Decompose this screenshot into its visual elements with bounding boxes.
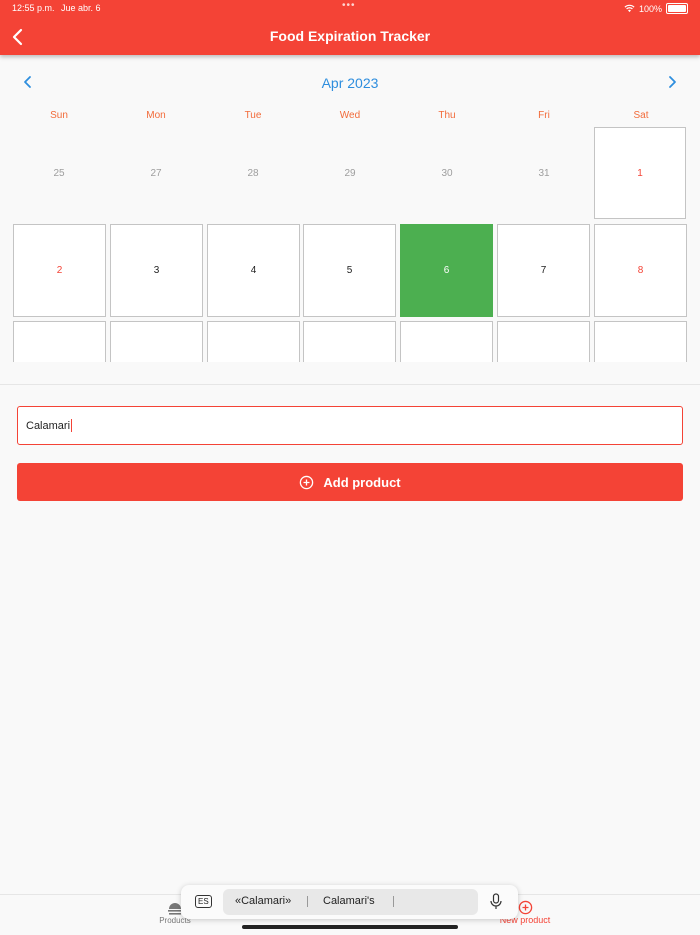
add-circle-icon — [518, 900, 532, 915]
multitasking-dots-icon[interactable]: ••• — [342, 0, 356, 11]
calendar-day[interactable]: 8 — [594, 224, 687, 317]
wifi-icon — [624, 4, 635, 13]
product-name-value: Calamari — [26, 419, 71, 432]
calendar-day[interactable]: 2 — [13, 224, 106, 317]
product-name-input[interactable]: Calamari — [17, 406, 683, 445]
weekday-fri: Fri — [538, 110, 550, 121]
weekday-mon: Mon — [146, 110, 166, 121]
calendar-day[interactable]: 7 — [497, 224, 590, 317]
home-indicator — [242, 925, 458, 929]
add-product-label: Add product — [323, 474, 401, 490]
calendar-day[interactable]: 5 — [303, 224, 396, 317]
battery-percent: 100% — [638, 3, 662, 14]
calendar-week-partial — [0, 318, 700, 362]
add-circle-icon — [300, 475, 314, 489]
suggestion-list: «Calamari» Calamari's — [223, 889, 478, 915]
weekday-sat: Sat — [633, 110, 649, 121]
suggestion-item[interactable]: «Calamari» — [235, 895, 291, 907]
weekday-wed: Wed — [339, 110, 361, 121]
weekday-thu: Thu — [438, 110, 456, 121]
status-time: 12:55 p.m. — [12, 3, 55, 13]
suggestion-separator — [393, 896, 394, 907]
status-right: 100% — [624, 3, 688, 14]
calendar-day-empty[interactable] — [110, 321, 203, 362]
calendar-day-empty[interactable] — [497, 321, 590, 362]
page-title: Food Expiration Tracker — [269, 28, 431, 44]
calendar-day[interactable]: 3 — [110, 224, 203, 317]
next-month-chevron-icon[interactable] — [664, 74, 680, 90]
calendar-day-empty[interactable] — [303, 321, 396, 362]
section-divider — [0, 384, 700, 385]
weekday-sun: Sun — [50, 110, 68, 121]
calendar-day[interactable]: 27 — [110, 127, 202, 219]
microphone-icon[interactable] — [489, 893, 503, 910]
calendar-day[interactable]: 30 — [401, 127, 493, 219]
calendar-day-empty[interactable] — [594, 321, 687, 362]
suggestion-item[interactable]: Calamari's — [323, 895, 375, 907]
suggestion-separator — [307, 896, 308, 907]
text-caret — [71, 419, 73, 432]
app-header: 12:55 p.m. Jue abr. 6 ••• 100% Food Expi… — [0, 0, 700, 55]
calendar-day-empty[interactable] — [13, 321, 106, 362]
language-toggle[interactable]: ES — [195, 895, 212, 908]
add-product-button[interactable]: Add product — [17, 463, 683, 501]
status-date: Jue abr. 6 — [61, 3, 101, 13]
calendar-day[interactable]: 25 — [13, 127, 105, 219]
calendar-month-title: Apr 2023 — [321, 75, 379, 91]
battery-icon — [666, 3, 688, 14]
calendar-day[interactable]: 31 — [498, 127, 590, 219]
calendar-day[interactable]: 29 — [304, 127, 396, 219]
calendar-day[interactable]: 4 — [207, 224, 300, 317]
calendar-day-selected[interactable]: 6 — [400, 224, 493, 317]
weekday-tue: Tue — [244, 110, 262, 121]
keyboard-suggestion-bar: ES «Calamari» Calamari's — [181, 885, 518, 919]
calendar-day-empty[interactable] — [400, 321, 493, 362]
calendar-day-empty[interactable] — [207, 321, 300, 362]
calendar-day[interactable]: 28 — [207, 127, 299, 219]
calendar-day[interactable]: 1 — [594, 127, 686, 219]
